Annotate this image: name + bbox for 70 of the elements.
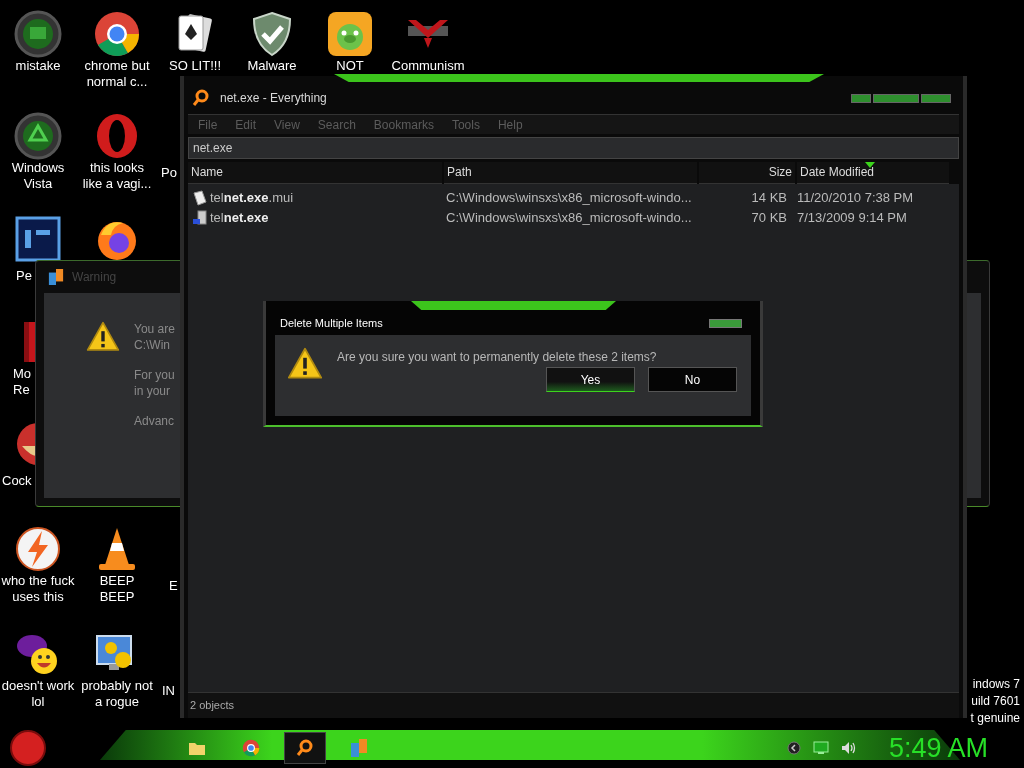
path-cell-text: C:\Windows\winsxs\x86_microsoft-windo... bbox=[445, 209, 693, 228]
start-button[interactable] bbox=[10, 730, 46, 766]
icon-label[interactable]: Po bbox=[161, 165, 177, 181]
lightning-icon bbox=[14, 525, 62, 573]
window-title: net.exe - Everything bbox=[220, 90, 327, 107]
warning-icon bbox=[287, 347, 323, 380]
icon-label[interactable]: doesn't work lol bbox=[1, 678, 75, 710]
minimize-button[interactable] bbox=[851, 93, 871, 103]
icon-label[interactable]: mistake bbox=[15, 58, 61, 74]
photoshop-icon bbox=[14, 215, 62, 263]
icon-label[interactable]: SO LIT!!! bbox=[169, 58, 221, 74]
app-icon bbox=[48, 268, 64, 286]
icon-label[interactable]: Pe bbox=[16, 268, 32, 284]
file-name[interactable]: telnet.exe.mui bbox=[210, 188, 294, 208]
clock[interactable]: 5:49 AM bbox=[888, 733, 988, 763]
speaker-icon[interactable] bbox=[840, 741, 857, 755]
status-text: 2 objects bbox=[189, 698, 235, 714]
dialog-button[interactable]: Yes bbox=[546, 367, 635, 393]
warning-text: Advanc bbox=[134, 413, 175, 429]
date-cell-text: 7/13/2009 9:14 PM bbox=[796, 209, 908, 228]
icon-label[interactable]: BEEP BEEP bbox=[99, 573, 135, 605]
column-header[interactable]: Name bbox=[188, 162, 442, 184]
icon-label[interactable]: Communism bbox=[391, 58, 465, 74]
size-cell-text: 14 KB bbox=[750, 189, 788, 208]
monitor-icon[interactable] bbox=[812, 741, 829, 755]
search-icon bbox=[296, 739, 314, 757]
chevron-icon[interactable] bbox=[786, 741, 801, 755]
column-header[interactable]: Size bbox=[699, 162, 795, 184]
icon-label[interactable]: chrome but normal c... bbox=[84, 58, 150, 90]
sort-arrow-icon bbox=[865, 162, 875, 168]
document-icon bbox=[192, 190, 208, 206]
recycle-orb-icon bbox=[14, 112, 62, 160]
notice-text: indows 7 bbox=[972, 676, 1020, 693]
size-cell-text: 70 KB bbox=[750, 209, 788, 228]
dialog-message: Are you sure you want to permanently delete these 2 items? bbox=[337, 349, 657, 366]
dialog-title: Delete Multiple Items bbox=[280, 315, 383, 331]
close-button[interactable] bbox=[921, 93, 951, 103]
notice-text: t genuine bbox=[970, 710, 1020, 727]
icon-label[interactable]: who the fuck uses this bbox=[1, 573, 75, 605]
date-cell-text: 11/20/2010 7:38 PM bbox=[796, 189, 915, 208]
app-icon bbox=[350, 738, 368, 758]
icon-label[interactable]: Windows Vista bbox=[11, 160, 65, 192]
file-name[interactable]: telnet.exe bbox=[210, 208, 269, 228]
monitor-orb-icon bbox=[14, 10, 62, 58]
warning-icon bbox=[86, 321, 120, 352]
dialog-button[interactable]: No bbox=[648, 367, 737, 393]
icon-label[interactable]: IN bbox=[162, 683, 175, 699]
column-header[interactable]: Date Modified bbox=[797, 162, 949, 184]
warning-text: For you in your bbox=[134, 367, 175, 399]
icon-label[interactable]: Malware bbox=[247, 58, 297, 74]
icon-label[interactable]: Cock bbox=[2, 473, 32, 489]
folder-icon bbox=[188, 740, 206, 756]
search-field[interactable]: net.exe bbox=[188, 137, 959, 159]
path-cell-text: C:\Windows\winsxs\x86_microsoft-windo... bbox=[445, 189, 693, 208]
warning-text: You are C:\Win bbox=[134, 321, 175, 353]
application-icon bbox=[192, 210, 208, 226]
icon-label[interactable]: this looks like a vagi... bbox=[82, 160, 152, 192]
icon-label[interactable]: E bbox=[169, 578, 178, 594]
pig-face-icon bbox=[326, 10, 374, 58]
search-icon bbox=[192, 89, 210, 107]
browser-icon bbox=[93, 10, 141, 58]
browser-icon bbox=[242, 739, 260, 757]
maximize-button[interactable] bbox=[873, 93, 919, 103]
close-button[interactable] bbox=[709, 318, 742, 328]
taskbar-button[interactable] bbox=[284, 732, 326, 764]
icon-label[interactable]: Mo Re bbox=[13, 366, 32, 398]
column-header[interactable]: Path bbox=[444, 162, 697, 184]
notice-text: uild 7601 bbox=[971, 693, 1020, 710]
icon-label[interactable]: probably not a rogue bbox=[81, 678, 153, 710]
icon-label[interactable]: NOT bbox=[336, 58, 364, 74]
